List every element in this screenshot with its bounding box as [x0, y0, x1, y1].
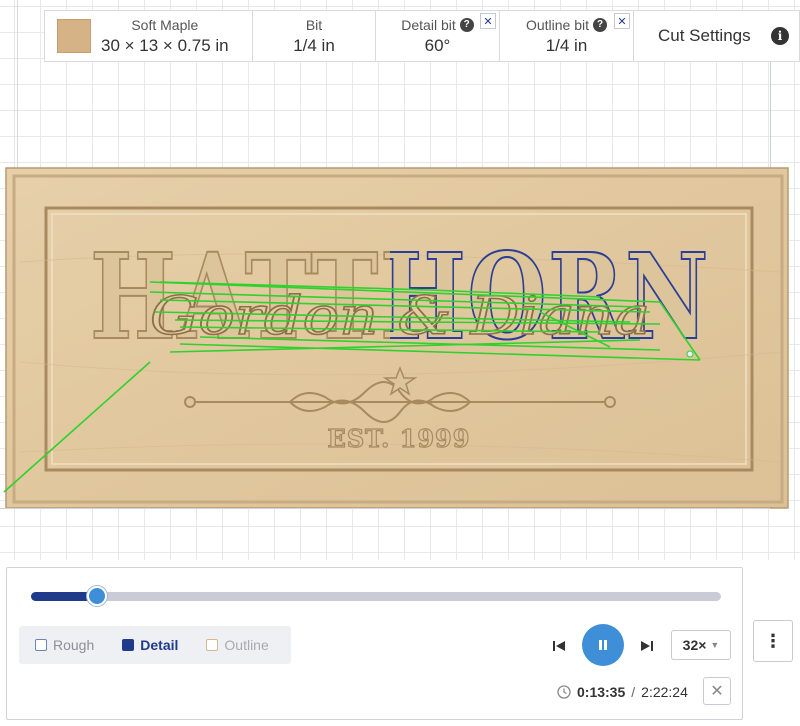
material-selector[interactable]: Soft Maple 30 × 13 × 0.75 in — [45, 11, 253, 61]
close-simulation-button[interactable]: ✕ — [703, 677, 731, 705]
material-name: Soft Maple — [131, 16, 199, 33]
carving-preview: HATTHORN HATTHORN Gordon & Diana EST. 19… — [0, 162, 800, 522]
detail-bit-label: Detail bit — [401, 16, 456, 33]
outline-bit-value: 1/4 in — [545, 35, 588, 55]
rough-checkbox[interactable] — [35, 639, 47, 651]
speed-value: 32× — [682, 637, 707, 653]
detail-bit-selector[interactable]: ✕ Detail bit ? 60° — [376, 11, 500, 61]
detail-checkbox[interactable] — [122, 639, 135, 651]
material-swatch — [57, 19, 91, 53]
bit-selector[interactable]: Bit 1/4 in — [253, 11, 376, 61]
close-icon[interactable]: ✕ — [614, 13, 630, 29]
outline-label: Outline — [224, 637, 269, 653]
pass-detail[interactable]: Detail — [122, 637, 178, 653]
current-time: 0:13:35 — [577, 684, 626, 700]
bottom-ruler — [0, 508, 770, 518]
close-icon: ✕ — [710, 683, 724, 700]
chevron-down-icon: ▼ — [710, 640, 720, 650]
bit-value: 1/4 in — [293, 35, 335, 55]
progress-slider[interactable] — [31, 586, 721, 606]
progress-thumb[interactable] — [86, 586, 107, 606]
detail-label: Detail — [140, 637, 179, 653]
pass-outline[interactable]: Outline — [206, 637, 269, 653]
total-time: 2:22:24 — [641, 684, 688, 700]
cut-settings-button[interactable]: Cut Settings i — [634, 11, 799, 61]
time-separator: / — [631, 684, 636, 700]
outline-checkbox[interactable] — [206, 639, 219, 651]
canvas-edge-line — [770, 60, 771, 170]
skip-back-icon[interactable] — [551, 638, 567, 654]
pass-rough[interactable]: Rough — [35, 637, 94, 653]
simulation-controls: Rough Detail Outline 32× ▼ 0:13:35 / 2:2… — [6, 567, 743, 720]
material-toolbar: Soft Maple 30 × 13 × 0.75 in Bit 1/4 in … — [44, 10, 800, 62]
time-readout: 0:13:35 / 2:22:24 — [557, 684, 688, 700]
clock-icon — [557, 685, 571, 699]
carving-app: Soft Maple 30 × 13 × 0.75 in Bit 1/4 in … — [0, 0, 800, 726]
question-circle-icon[interactable]: ? — [459, 17, 474, 32]
outline-bit-label: Outline bit — [525, 16, 590, 33]
speed-select[interactable]: 32× ▼ — [671, 630, 731, 660]
rough-label: Rough — [53, 637, 95, 653]
info-circle-icon[interactable]: i — [771, 27, 789, 45]
bit-label: Bit — [305, 16, 323, 33]
material-dimensions: 30 × 13 × 0.75 in — [101, 35, 229, 55]
question-circle-icon[interactable]: ? — [593, 17, 608, 32]
more-vertical-icon: ⋮ — [764, 630, 782, 651]
skip-forward-icon[interactable] — [639, 638, 655, 654]
pause-icon — [599, 640, 607, 650]
pass-toggle-group: Rough Detail Outline — [19, 626, 291, 664]
pause-button[interactable] — [582, 624, 624, 666]
more-menu-button[interactable]: ⋮ — [753, 620, 793, 662]
close-icon[interactable]: ✕ — [480, 13, 496, 29]
outline-bit-selector[interactable]: ✕ Outline bit ? 1/4 in — [500, 11, 634, 61]
left-ruler — [8, 0, 18, 170]
carving-preview-svg: HATTHORN HATTHORN Gordon & Diana EST. 19… — [3, 167, 789, 509]
established-text: EST. 1999 — [328, 424, 471, 453]
detail-bit-value: 60° — [424, 35, 451, 55]
cut-settings-label: Cut Settings — [658, 26, 751, 45]
